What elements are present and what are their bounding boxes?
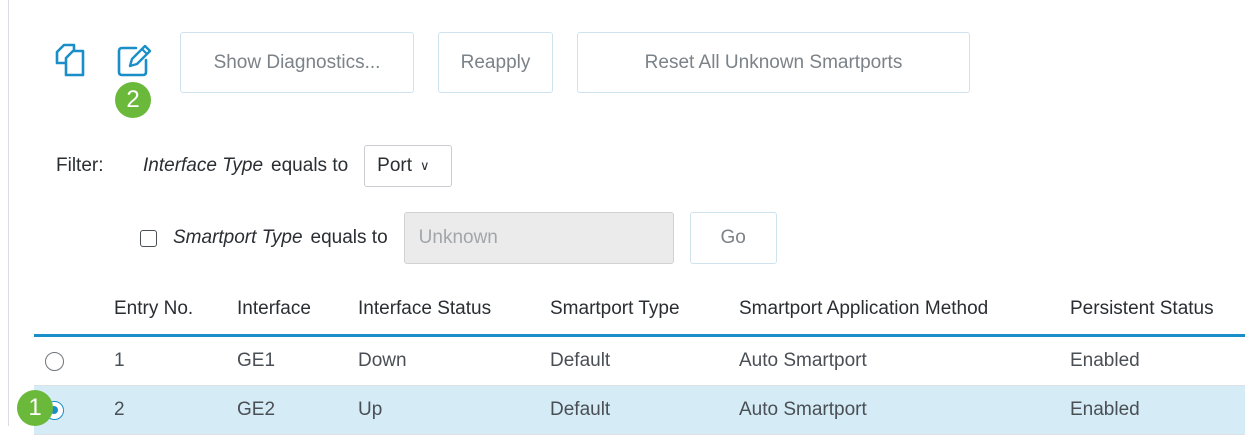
interface-type-filter: Filter: Interface Type equals to Port ∨ bbox=[56, 144, 453, 188]
edit-icon[interactable] bbox=[116, 42, 152, 78]
persistent-status: Enabled bbox=[1070, 350, 1140, 371]
copy-icon[interactable] bbox=[52, 42, 88, 78]
column-header-interface-status: Interface Status bbox=[358, 298, 492, 319]
smartport-type: Default bbox=[550, 399, 611, 420]
table-header: Entry No. Interface Interface Status Sma… bbox=[34, 284, 1245, 337]
smartport-field-label: Smartport Type bbox=[173, 227, 303, 248]
reapply-button[interactable]: Reapply bbox=[438, 32, 553, 93]
column-header-application-method: Smartport Application Method bbox=[739, 298, 989, 319]
table-row[interactable]: 2 GE2 Up Default Auto Smartport Enabled bbox=[34, 386, 1245, 435]
interface-name: GE2 bbox=[237, 399, 276, 420]
row-select-radio[interactable] bbox=[44, 351, 64, 371]
go-button[interactable]: Go bbox=[689, 212, 777, 264]
table-row[interactable]: 1 GE1 Down Default Auto Smartport Enable… bbox=[34, 337, 1245, 386]
show-diagnostics-button[interactable]: Show Diagnostics... bbox=[180, 32, 414, 93]
column-header-persistent-status: Persistent Status bbox=[1070, 298, 1214, 319]
interface-status: Up bbox=[358, 399, 383, 420]
column-header-entry: Entry No. bbox=[114, 298, 194, 319]
reset-unknown-smartports-button[interactable]: Reset All Unknown Smartports bbox=[577, 32, 970, 93]
application-method: Auto Smartport bbox=[739, 399, 867, 420]
smartport-interface-table: Entry No. Interface Interface Status Sma… bbox=[34, 284, 1245, 435]
filter-label: Filter: bbox=[56, 155, 104, 176]
left-divider bbox=[8, 0, 9, 426]
entry-number: 1 bbox=[114, 350, 125, 371]
interface-type-select[interactable]: Port ∨ bbox=[364, 145, 453, 187]
smartport-type-filter: Smartport Type equals to Unknown Go bbox=[140, 212, 777, 264]
filter-field-label: Interface Type bbox=[143, 155, 264, 176]
column-header-smartport-type: Smartport Type bbox=[550, 298, 680, 319]
interface-type-value: Port bbox=[377, 155, 413, 176]
column-header-interface: Interface bbox=[237, 298, 311, 319]
interface-name: GE1 bbox=[237, 350, 276, 371]
smartport-type-input: Unknown bbox=[403, 212, 674, 264]
application-method: Auto Smartport bbox=[739, 350, 867, 371]
filter-operator-label: equals to bbox=[271, 155, 349, 176]
smartport-type: Default bbox=[550, 350, 611, 371]
step-badge-2: 2 bbox=[115, 82, 151, 118]
smartport-type-checkbox[interactable] bbox=[140, 229, 157, 247]
persistent-status: Enabled bbox=[1070, 399, 1140, 420]
smartport-operator-label: equals to bbox=[310, 227, 388, 248]
entry-number: 2 bbox=[114, 399, 125, 420]
chevron-down-icon: ∨ bbox=[420, 158, 430, 173]
step-badge-1: 1 bbox=[17, 390, 53, 426]
interface-status: Down bbox=[358, 350, 407, 371]
